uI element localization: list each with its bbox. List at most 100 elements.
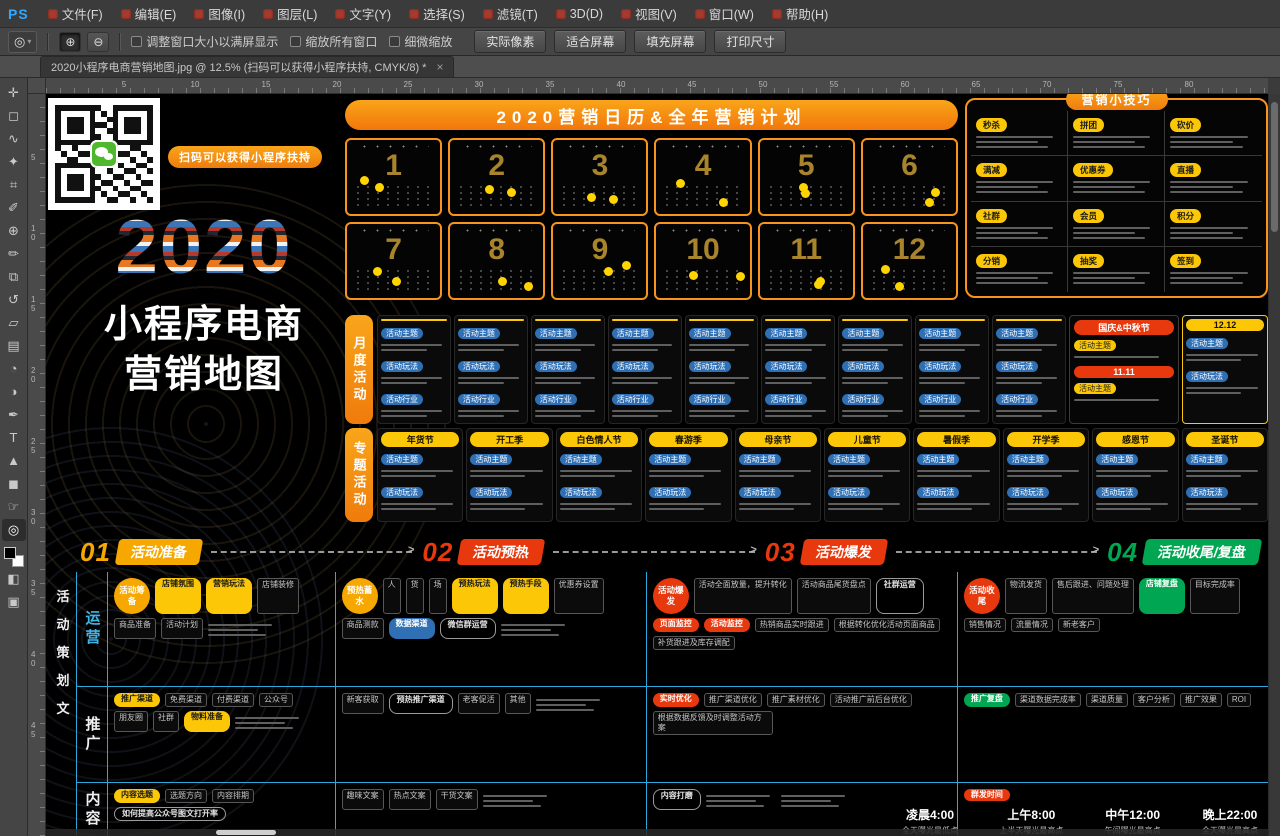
- calendar-month-number: 11: [765, 233, 848, 266]
- zoom-preset-button[interactable]: 实际像素: [474, 30, 546, 53]
- poster-year: 2020: [64, 210, 344, 286]
- text-line: [765, 344, 826, 346]
- pen-tool[interactable]: ✒: [2, 404, 26, 426]
- menu-item[interactable]: 3D(D): [547, 0, 612, 27]
- checkbox-icon: [131, 36, 142, 47]
- text-line: [1186, 354, 1258, 356]
- ruler-vertical[interactable]: 51015202530354045: [28, 94, 46, 836]
- horizontal-scrollbar[interactable]: [46, 829, 1268, 836]
- card-section-label: 活动玩法: [381, 487, 423, 498]
- menu-item[interactable]: 视图(V): [612, 0, 686, 27]
- document-tab[interactable]: 2020小程序电商营销地图.jpg @ 12.5% (扫码可以获得小程序扶持, …: [40, 56, 454, 77]
- zoom-preset-button[interactable]: 填充屏幕: [634, 30, 706, 53]
- card-section-label: 活动主题: [1186, 338, 1228, 349]
- menu-item[interactable]: 图像(I): [185, 0, 254, 27]
- zoom-out-button[interactable]: ⊖: [87, 32, 109, 52]
- tab-close-icon[interactable]: ×: [436, 60, 443, 74]
- text-line: [1186, 508, 1241, 510]
- zoom-in-button[interactable]: ⊕: [59, 32, 81, 52]
- crop-tool[interactable]: ⌗: [2, 174, 26, 196]
- card-section: 活动玩法: [739, 482, 817, 513]
- menu-item[interactable]: 编辑(E): [112, 0, 186, 27]
- vertical-scrollbar-thumb[interactable]: [1271, 102, 1278, 232]
- horizontal-scrollbar-thumb[interactable]: [216, 830, 276, 835]
- eyedropper-tool[interactable]: ✐: [2, 197, 26, 219]
- poster-title: 小程序电商 营销地图: [54, 300, 354, 400]
- card-section: 活动玩法: [689, 356, 755, 387]
- activity-card: 儿童节活动主题活动玩法: [824, 428, 910, 522]
- brush-tool[interactable]: ✏: [2, 243, 26, 265]
- card-section: 活动主题: [381, 323, 447, 354]
- card-section-label: 活动行业: [535, 394, 577, 405]
- move-tool[interactable]: ✛: [2, 82, 26, 104]
- gradient-tool[interactable]: ▤: [2, 335, 26, 357]
- canvas[interactable]: 扫码可以获得小程序扶持 2020 小程序电商 营销地图 2020营销日历&全年营…: [46, 94, 1268, 836]
- poster-title-line1: 小程序电商: [54, 300, 354, 350]
- ruler-horizontal[interactable]: 5101520253035404550556065707580: [46, 78, 1268, 94]
- lasso-tool[interactable]: ∿: [2, 128, 26, 150]
- zoom-tool[interactable]: ◎: [2, 519, 26, 541]
- menu-item[interactable]: 选择(S): [400, 0, 474, 27]
- text-line: [1186, 470, 1258, 472]
- path-select-tool[interactable]: ▲: [2, 450, 26, 472]
- text-line: [919, 382, 965, 384]
- menu-item[interactable]: 文字(Y): [326, 0, 400, 27]
- blur-tool[interactable]: ◔: [2, 358, 26, 380]
- shape-tool[interactable]: ◼: [2, 473, 26, 495]
- ruler-number: 40: [31, 651, 35, 669]
- healing-brush-tool[interactable]: ⊕: [2, 220, 26, 242]
- text-line: [1007, 475, 1062, 477]
- tip-cell: 秒杀: [971, 111, 1068, 156]
- text-lines: [536, 693, 606, 714]
- zoom-preset-button[interactable]: 适合屏幕: [554, 30, 626, 53]
- activity-card: 情人节活动主题活动玩法活动行业: [454, 315, 528, 424]
- activity-card-title: 12.12: [1186, 319, 1264, 331]
- card-section: 活动主题: [1096, 449, 1174, 480]
- text-line: [842, 382, 888, 384]
- text-line: [842, 349, 888, 351]
- menu-item[interactable]: 帮助(H): [763, 0, 837, 27]
- zoom-preset-button[interactable]: 打印尺寸: [714, 30, 786, 53]
- quick-selection-tool[interactable]: ✦: [2, 151, 26, 173]
- tip-label: 满减: [976, 163, 1007, 177]
- text-line: [996, 415, 1042, 417]
- activity-card-title: 母亲节: [739, 432, 817, 447]
- menu-item[interactable]: 文件(F): [39, 0, 112, 27]
- menu-item[interactable]: 图层(L): [254, 0, 326, 27]
- text-line: [976, 237, 1048, 239]
- view-option-checkbox[interactable]: 调整窗口大小以满屏显示: [131, 33, 278, 50]
- type-tool[interactable]: T: [2, 427, 26, 449]
- activity-card-title: 圣诞节: [1186, 432, 1264, 447]
- marquee-tool[interactable]: ◻: [2, 105, 26, 127]
- flow-node: 选题方向: [165, 789, 207, 803]
- zoom-tool-preset[interactable]: ◎ ▾: [8, 31, 37, 53]
- card-section: 活动主题: [1186, 333, 1264, 364]
- eraser-tool[interactable]: ▱: [2, 312, 26, 334]
- flow-node: 预热手段: [503, 578, 549, 614]
- foreground-color-swatch[interactable]: [4, 547, 16, 559]
- document-tab-title: 2020小程序电商营销地图.jpg @ 12.5% (扫码可以获得小程序扶持, …: [51, 59, 426, 75]
- quick-mask-button[interactable]: ◧: [2, 568, 26, 590]
- text-line: [781, 805, 839, 807]
- flow-node: 朋友圈: [114, 711, 148, 732]
- vertical-scrollbar[interactable]: [1268, 94, 1280, 836]
- card-section-label: 活动玩法: [1007, 487, 1049, 498]
- menu-item[interactable]: 滤镜(T): [474, 0, 547, 27]
- menu-item[interactable]: 窗口(W): [686, 0, 763, 27]
- flow-node: 店铺氛围: [155, 578, 201, 614]
- focus-title: 国庆&中秋节: [1074, 320, 1174, 335]
- card-section: 活动玩法: [381, 482, 459, 513]
- menu-item-icon: [483, 9, 493, 19]
- text-line: [689, 382, 735, 384]
- color-swatches[interactable]: [4, 547, 24, 567]
- calendar-month-card: 8: [448, 222, 545, 300]
- dodge-tool[interactable]: ◑: [2, 381, 26, 403]
- calendar-days: [662, 184, 743, 210]
- view-option-checkbox[interactable]: 缩放所有窗口: [290, 33, 377, 50]
- history-brush-tool[interactable]: ↺: [2, 289, 26, 311]
- hand-tool[interactable]: ☞: [2, 496, 26, 518]
- view-option-checkbox[interactable]: 细微缩放: [389, 33, 452, 50]
- screen-mode-button[interactable]: ▣: [2, 591, 26, 613]
- clone-stamp-tool[interactable]: ⧉: [2, 266, 26, 288]
- menu-item-icon: [409, 9, 419, 19]
